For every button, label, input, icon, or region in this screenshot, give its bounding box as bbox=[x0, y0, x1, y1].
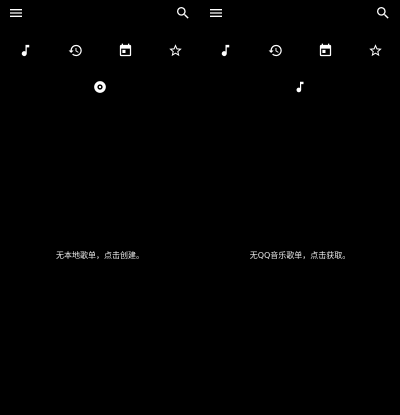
music-note-icon[interactable] bbox=[15, 40, 35, 60]
star-icon[interactable] bbox=[365, 40, 385, 60]
calendar-icon[interactable] bbox=[315, 40, 335, 60]
search-icon[interactable] bbox=[373, 3, 393, 23]
app-screen: 无本地歌单，点击创建。 无QQ音乐歌单，点击获取。 bbox=[0, 0, 400, 415]
history-icon[interactable] bbox=[265, 40, 285, 60]
disc-icon bbox=[90, 77, 110, 97]
music-note-icon[interactable] bbox=[215, 40, 235, 60]
qq-music-playlists-panel: 无QQ音乐歌单，点击获取。 bbox=[200, 0, 400, 415]
local-playlists-panel: 无本地歌单，点击创建。 bbox=[0, 0, 200, 415]
music-note-small-icon bbox=[290, 77, 310, 97]
empty-state-message[interactable]: 无QQ音乐歌单，点击获取。 bbox=[200, 250, 400, 261]
menu-icon[interactable] bbox=[206, 3, 226, 23]
star-icon[interactable] bbox=[165, 40, 185, 60]
history-icon[interactable] bbox=[65, 40, 85, 60]
calendar-icon[interactable] bbox=[115, 40, 135, 60]
empty-state-message[interactable]: 无本地歌单，点击创建。 bbox=[0, 250, 200, 261]
search-icon[interactable] bbox=[173, 3, 193, 23]
menu-icon[interactable] bbox=[6, 3, 26, 23]
